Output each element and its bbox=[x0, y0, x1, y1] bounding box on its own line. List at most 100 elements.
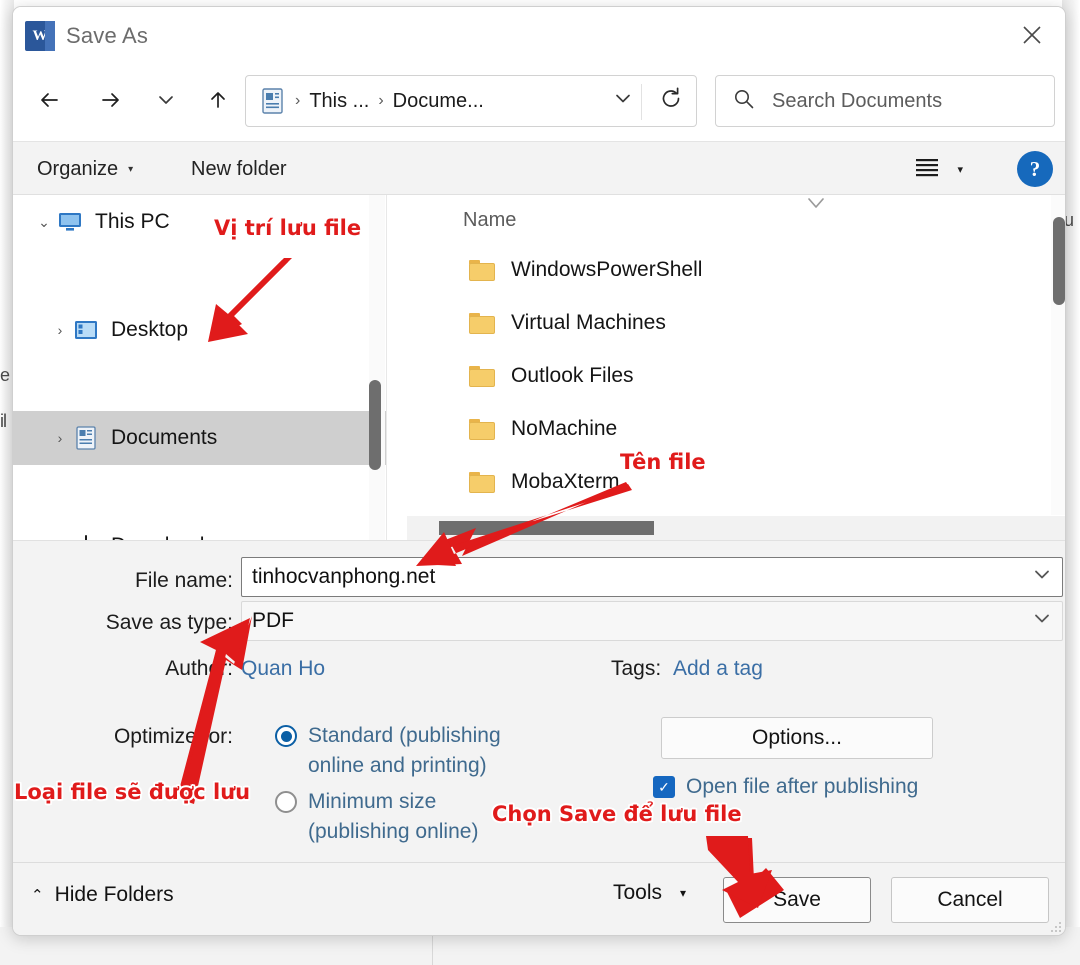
file-name: MobaXterm bbox=[511, 470, 620, 493]
author-label: Author: bbox=[165, 657, 233, 680]
tree-item-downloads[interactable]: › Downloads bbox=[13, 519, 387, 540]
chevron-right-icon[interactable]: › bbox=[47, 430, 73, 446]
back-arrow-icon[interactable] bbox=[27, 77, 73, 123]
breadcrumb-separator-2: › bbox=[378, 92, 384, 109]
options-button[interactable]: Options... bbox=[661, 717, 933, 759]
save-button[interactable]: Save bbox=[723, 877, 871, 923]
chevron-up-icon: ⌃ bbox=[31, 887, 44, 904]
column-header-name[interactable]: Name bbox=[463, 209, 516, 232]
file-name-chevron-down-icon[interactable] bbox=[1031, 564, 1057, 591]
desktop-icon bbox=[73, 317, 99, 343]
check-glyph: ✓ bbox=[658, 779, 670, 795]
cancel-button[interactable]: Cancel bbox=[891, 877, 1049, 923]
file-list-vertical-scrollbar-track[interactable] bbox=[1051, 195, 1065, 515]
navigation-bar: › This ... › Docume... bbox=[13, 63, 1065, 141]
optimize-for-label: Optimize for: bbox=[113, 725, 233, 748]
radio-unselected-icon[interactable] bbox=[275, 791, 297, 813]
file-name: WindowsPowerShell bbox=[511, 258, 703, 281]
dialog-title-bar: W Save As bbox=[13, 7, 1065, 63]
view-mode-button[interactable]: ▾ bbox=[913, 154, 963, 185]
tree-item-desktop[interactable]: › Desktop bbox=[13, 303, 387, 357]
chevron-down-icon: ▾ bbox=[957, 164, 963, 176]
downloads-icon bbox=[73, 533, 99, 540]
file-list-horizontal-scrollbar-track[interactable] bbox=[407, 516, 1065, 540]
list-item[interactable]: WindowsPowerShell bbox=[469, 251, 702, 289]
tree-scrollbar-track[interactable] bbox=[369, 195, 385, 540]
resize-grip-icon[interactable] bbox=[1050, 921, 1062, 933]
address-divider bbox=[641, 84, 642, 120]
file-name: Virtual Machines bbox=[511, 311, 666, 334]
file-list-horizontal-scrollbar-thumb[interactable] bbox=[439, 521, 654, 535]
radio-optimize-standard[interactable]: Standard (publishing online and printing… bbox=[275, 721, 501, 781]
tools-button[interactable]: Tools ▾ bbox=[613, 881, 686, 905]
breadcrumb-separator: › bbox=[295, 92, 301, 109]
close-icon[interactable] bbox=[1005, 13, 1059, 57]
documents-icon bbox=[73, 425, 99, 451]
save-label: Save bbox=[773, 888, 821, 911]
tree-item-documents[interactable]: › Documents bbox=[13, 411, 387, 465]
open-file-after-publishing-checkbox[interactable]: ✓ Open file after publishing bbox=[653, 775, 918, 799]
annotation-save-location: Vị trí lưu file bbox=[214, 216, 362, 240]
save-as-type-chevron-down-icon[interactable] bbox=[1031, 608, 1057, 635]
new-folder-button[interactable]: New folder bbox=[185, 152, 293, 186]
address-bar[interactable]: › This ... › Docume... bbox=[245, 75, 697, 127]
chevron-down-icon: ▾ bbox=[128, 163, 134, 175]
folder-icon bbox=[469, 312, 495, 334]
new-folder-label: New folder bbox=[191, 157, 287, 180]
annotation-file-type: Loại file sẽ được lưu bbox=[14, 780, 251, 804]
chevron-down-icon[interactable]: ⌄ bbox=[31, 214, 57, 231]
folder-icon bbox=[469, 259, 495, 281]
hide-folders-button[interactable]: ⌃ Hide Folders bbox=[31, 883, 174, 907]
organize-label: Organize bbox=[37, 157, 119, 180]
monitor-icon bbox=[57, 209, 83, 235]
radio-label-line1: Standard (publishing bbox=[308, 724, 501, 747]
radio-label-line1: Minimum size bbox=[308, 790, 437, 813]
breadcrumb-this-pc[interactable]: This ... bbox=[309, 90, 369, 113]
up-arrow-icon[interactable] bbox=[195, 77, 241, 123]
file-name: NoMachine bbox=[511, 417, 618, 440]
add-a-tag-link[interactable]: Add a tag bbox=[673, 657, 763, 681]
file-name-input[interactable] bbox=[241, 557, 1063, 597]
tree-label: Desktop bbox=[111, 318, 189, 341]
folder-icon bbox=[469, 365, 495, 387]
search-box[interactable] bbox=[715, 75, 1055, 127]
radio-optimize-minimum[interactable]: Minimum size (publishing online) bbox=[275, 787, 478, 847]
cancel-label: Cancel bbox=[937, 888, 1003, 911]
author-value[interactable]: Quan Ho bbox=[241, 657, 325, 681]
word-app-icon: W bbox=[25, 21, 55, 51]
radio-selected-icon[interactable] bbox=[275, 725, 297, 747]
save-as-type-value: PDF bbox=[252, 609, 294, 632]
command-bar: Organize ▾ New folder ▾ ? bbox=[13, 141, 1065, 195]
options-label: Options... bbox=[752, 726, 842, 749]
file-name-label: File name: bbox=[134, 569, 233, 592]
checkbox-checked-icon[interactable]: ✓ bbox=[653, 776, 675, 798]
help-glyph: ? bbox=[1029, 156, 1041, 181]
chevron-right-icon[interactable]: › bbox=[47, 322, 73, 338]
dialog-title: Save As bbox=[66, 23, 149, 48]
forward-arrow-icon[interactable] bbox=[87, 77, 133, 123]
list-item[interactable]: Virtual Machines bbox=[469, 304, 666, 342]
save-as-type-select[interactable]: PDF bbox=[241, 601, 1063, 641]
collapse-chevron-down-icon[interactable] bbox=[805, 195, 827, 218]
list-item[interactable]: Outlook Files bbox=[469, 357, 634, 395]
annotation-file-name: Tên file bbox=[620, 450, 706, 474]
recent-locations-chevron-down-icon[interactable] bbox=[143, 77, 189, 123]
refresh-icon[interactable] bbox=[658, 86, 684, 117]
breadcrumb-documents[interactable]: Docume... bbox=[393, 90, 484, 113]
help-icon[interactable]: ? bbox=[1017, 151, 1053, 187]
radio-label-line2: (publishing online) bbox=[308, 820, 479, 843]
organize-button[interactable]: Organize ▾ bbox=[31, 152, 139, 186]
tree-label: Documents bbox=[111, 426, 218, 449]
tree-divider bbox=[386, 195, 387, 540]
tree-label: This PC bbox=[95, 210, 170, 233]
list-item[interactable]: NoMachine bbox=[469, 410, 617, 448]
tree-scrollbar-thumb[interactable] bbox=[369, 380, 381, 470]
file-list-vertical-scrollbar-thumb[interactable] bbox=[1053, 217, 1065, 305]
dialog-footer: ⌃ Hide Folders Tools ▾ Save Cancel bbox=[13, 862, 1065, 935]
search-input[interactable] bbox=[770, 88, 1020, 114]
list-item[interactable]: MobaXterm bbox=[469, 463, 620, 501]
radio-label: Standard (publishing online and printing… bbox=[308, 721, 501, 781]
hide-folders-label: Hide Folders bbox=[54, 883, 174, 906]
annotation-click-save: Chọn Save để lưu file bbox=[492, 802, 742, 826]
address-chevron-down-icon[interactable] bbox=[612, 88, 634, 115]
